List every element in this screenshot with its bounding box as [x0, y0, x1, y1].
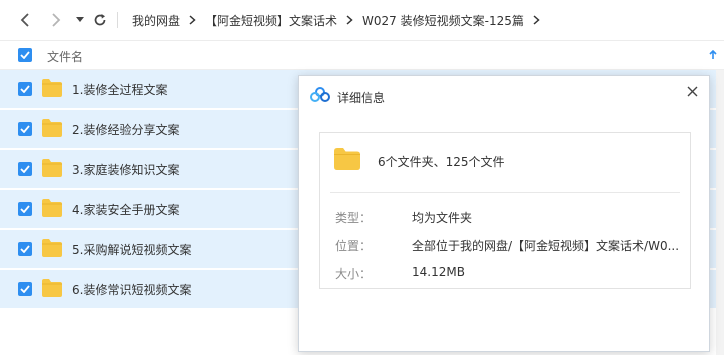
- type-label: 类型：: [335, 211, 372, 225]
- cloud-logo-icon: [310, 87, 330, 106]
- row-checkbox[interactable]: [18, 122, 32, 136]
- info-row-size: 大小： 14.12MB: [320, 265, 690, 283]
- dialog-title-bar[interactable]: 详细信息: [299, 76, 709, 116]
- check-icon: [20, 165, 30, 173]
- breadcrumb-item-root[interactable]: 我的网盘: [132, 12, 180, 29]
- chevron-left-icon: [20, 13, 29, 27]
- check-icon: [20, 245, 30, 253]
- check-icon: [20, 85, 30, 93]
- folder-icon: [41, 198, 63, 221]
- details-dialog: 详细信息 6个文件夹、125个文件 类型： 均为文件夹 位置： 全部位于我的网盘…: [298, 75, 710, 352]
- folder-icon: [41, 118, 63, 141]
- close-icon: [687, 86, 697, 96]
- check-icon: [20, 51, 30, 59]
- dialog-title: 详细信息: [337, 91, 386, 105]
- check-icon: [20, 205, 30, 213]
- selection-summary: 6个文件夹、125个文件: [378, 155, 505, 169]
- arrow-up-icon[interactable]: [709, 49, 717, 63]
- close-button[interactable]: [684, 83, 700, 99]
- row-checkbox[interactable]: [18, 82, 32, 96]
- folder-icon: [41, 78, 63, 101]
- caret-down-icon: [76, 17, 84, 22]
- folder-icon: [41, 278, 63, 301]
- type-value: 均为文件夹: [412, 211, 473, 225]
- check-icon: [20, 125, 30, 133]
- history-dropdown[interactable]: [70, 10, 90, 30]
- breadcrumb-item-current[interactable]: W027 装修短视频文案-125篇: [362, 12, 524, 29]
- folder-icon: [41, 238, 63, 261]
- chevron-right-icon: [189, 15, 196, 25]
- file-name[interactable]: 5.采购解说短视频文案: [72, 241, 191, 258]
- details-panel: 6个文件夹、125个文件 类型： 均为文件夹 位置： 全部位于我的网盘/【阿金短…: [319, 132, 691, 289]
- file-name[interactable]: 3.家庭装修知识文案: [72, 161, 179, 178]
- chevron-right-icon: [52, 13, 61, 27]
- toolbar: 我的网盘 【阿金短视频】文案话术 W027 装修短视频文案-125篇: [0, 0, 724, 41]
- size-value: 14.12MB: [412, 265, 465, 279]
- file-name[interactable]: 1.装修全过程文案: [72, 81, 167, 98]
- forward-button[interactable]: [46, 10, 66, 30]
- row-checkbox[interactable]: [18, 242, 32, 256]
- refresh-icon: [94, 14, 106, 26]
- scrollbar[interactable]: [716, 70, 724, 355]
- chevron-right-icon[interactable]: [533, 15, 540, 25]
- row-checkbox[interactable]: [18, 162, 32, 176]
- chevron-right-icon: [346, 15, 353, 25]
- toolbar-divider: [117, 12, 118, 28]
- select-all-checkbox[interactable]: [18, 48, 32, 62]
- file-name[interactable]: 6.装修常识短视频文案: [72, 281, 191, 298]
- info-row-location: 位置： 全部位于我的网盘/【阿金短视频】文案话术/W0...: [320, 237, 690, 255]
- file-name[interactable]: 2.装修经验分享文案: [72, 121, 179, 138]
- breadcrumb-item-folder[interactable]: 【阿金短视频】文案话术: [205, 12, 337, 29]
- divider: [330, 192, 680, 193]
- file-list-header: 文件名: [0, 41, 724, 70]
- info-row-type: 类型： 均为文件夹: [320, 209, 690, 227]
- filename-column-header[interactable]: 文件名: [47, 48, 83, 65]
- location-label: 位置：: [335, 239, 372, 253]
- folder-icon: [41, 158, 63, 181]
- breadcrumb: 我的网盘 【阿金短视频】文案话术 W027 装修短视频文案-125篇: [132, 0, 549, 40]
- check-icon: [20, 285, 30, 293]
- size-label: 大小：: [335, 267, 372, 281]
- file-name[interactable]: 4.家装安全手册文案: [72, 201, 179, 218]
- refresh-button[interactable]: [90, 10, 110, 30]
- row-checkbox[interactable]: [18, 282, 32, 296]
- folder-icon: [333, 147, 361, 174]
- row-checkbox[interactable]: [18, 202, 32, 216]
- location-value: 全部位于我的网盘/【阿金短视频】文案话术/W0...: [412, 239, 680, 253]
- back-button[interactable]: [15, 10, 35, 30]
